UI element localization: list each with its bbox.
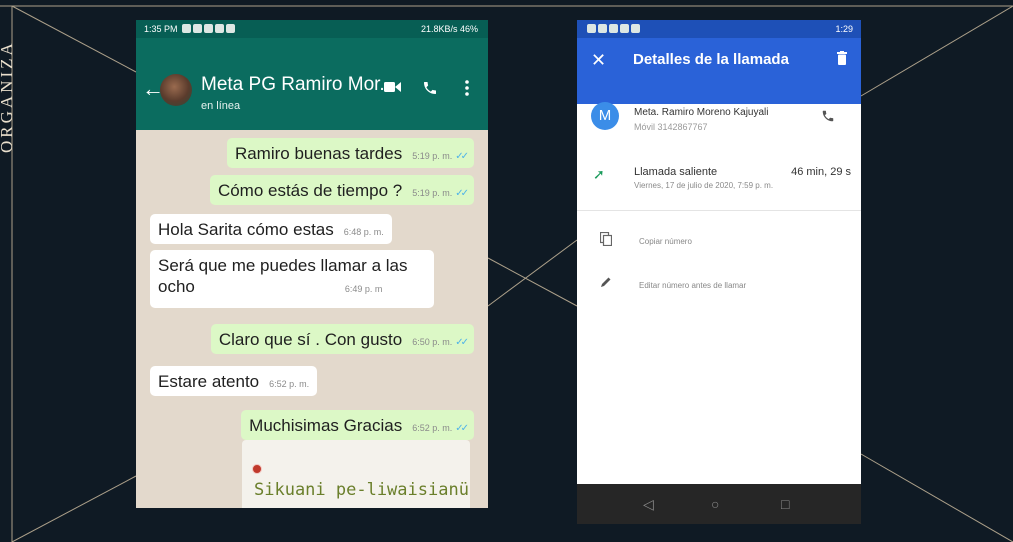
status-bar: 1:29 bbox=[577, 20, 861, 38]
read-ticks-icon: ✓✓ bbox=[455, 151, 469, 162]
phone-icon[interactable] bbox=[422, 80, 438, 96]
divider bbox=[577, 210, 861, 211]
status-bar: 1:35 PM 21.8KB/s 46% bbox=[136, 20, 488, 38]
app-bar: ✕ Detalles de la llamada bbox=[577, 38, 861, 104]
contact-name[interactable]: Meta PG Ramiro Mor... bbox=[201, 74, 395, 96]
trash-icon[interactable] bbox=[837, 51, 847, 65]
page-title: Detalles de la llamada bbox=[633, 51, 789, 68]
status-right: 21.8KB/s 46% bbox=[420, 24, 478, 34]
whatsapp-screenshot: 1:35 PM 21.8KB/s 46% ← Meta PG Ramiro Mo… bbox=[136, 20, 488, 508]
copy-number-action[interactable]: Copiar número bbox=[577, 232, 861, 256]
edit-number-action[interactable]: Editar número antes de llamar bbox=[577, 276, 861, 300]
logo-dot-icon bbox=[252, 464, 262, 474]
diagonal-line bbox=[860, 5, 1013, 97]
call-details-screenshot: 1:29 ✕ Detalles de la llamada M Meta. Ra… bbox=[577, 20, 861, 524]
diagonal-line bbox=[11, 475, 137, 542]
video-call-icon[interactable] bbox=[384, 80, 402, 94]
recents-square-icon[interactable]: □ bbox=[781, 496, 789, 512]
message-outgoing: Claro que sí . Con gusto 6:50 p. m. ✓✓ bbox=[210, 324, 474, 354]
diagonal-line bbox=[11, 5, 137, 73]
message-outgoing: Cómo estás de tiempo ? 5:19 p. m. ✓✓ bbox=[209, 175, 474, 205]
message-incoming: Estare atento 6:52 p. m. bbox=[150, 366, 318, 396]
diagonal-line bbox=[487, 257, 578, 307]
action-label: Copiar número bbox=[639, 237, 692, 246]
chat-header: ← Meta PG Ramiro Mor... en línea bbox=[136, 38, 488, 130]
message-incoming: Hola Sarita cómo estas 6:48 p. m. bbox=[150, 214, 392, 244]
contact-avatar[interactable]: M bbox=[591, 102, 619, 130]
diagonal-line bbox=[487, 239, 578, 307]
more-vert-icon[interactable] bbox=[464, 80, 470, 96]
contact-number: Móvil 3142867767 bbox=[634, 122, 708, 132]
contact-name[interactable]: Meta. Ramiro Moreno Kajuyali bbox=[634, 106, 769, 119]
read-ticks-icon: ✓✓ bbox=[455, 337, 469, 348]
close-icon[interactable]: ✕ bbox=[591, 50, 606, 70]
image-message[interactable]: Sikuani pe-liwaisianü bbox=[242, 440, 470, 508]
image-caption: Sikuani pe-liwaisianü bbox=[254, 480, 469, 500]
notification-icons bbox=[585, 20, 640, 38]
edit-pencil-icon bbox=[601, 277, 611, 287]
call-date: Viernes, 17 de julio de 2020, 7:59 p. m. bbox=[634, 181, 774, 190]
back-triangle-icon[interactable]: ◁ bbox=[643, 496, 654, 512]
navigation-bar: ◁ ○ □ bbox=[577, 484, 861, 524]
diagonal-line bbox=[860, 453, 1013, 542]
read-ticks-icon: ✓✓ bbox=[455, 423, 469, 434]
status-time: 1:29 bbox=[835, 24, 853, 34]
avatar[interactable] bbox=[160, 74, 192, 106]
call-type: Llamada saliente bbox=[634, 166, 718, 178]
action-label: Editar número antes de llamar bbox=[639, 281, 747, 290]
side-title: ORGANIZA bbox=[0, 40, 16, 153]
message-outgoing: Muchisimas Gracias 6:52 p. m. ✓✓ bbox=[241, 410, 474, 440]
phone-icon[interactable] bbox=[821, 109, 835, 123]
home-circle-icon[interactable]: ○ bbox=[711, 496, 719, 512]
notification-icons bbox=[180, 24, 236, 34]
status-time: 1:35 PM bbox=[144, 24, 178, 34]
contact-status: en línea bbox=[201, 100, 241, 112]
copy-icon bbox=[600, 232, 612, 246]
message-outgoing: Ramiro buenas tardes 5:19 p. m. ✓✓ bbox=[226, 138, 474, 168]
call-duration: 46 min, 29 s bbox=[791, 166, 851, 178]
message-incoming: Será que me puedes llamar a las ocho 6:49… bbox=[150, 250, 434, 308]
read-ticks-icon: ✓✓ bbox=[455, 188, 469, 199]
outgoing-call-arrow-icon: ➚ bbox=[593, 166, 605, 182]
chat-area[interactable]: Ramiro buenas tardes 5:19 p. m. ✓✓ Cómo es… bbox=[136, 130, 488, 508]
